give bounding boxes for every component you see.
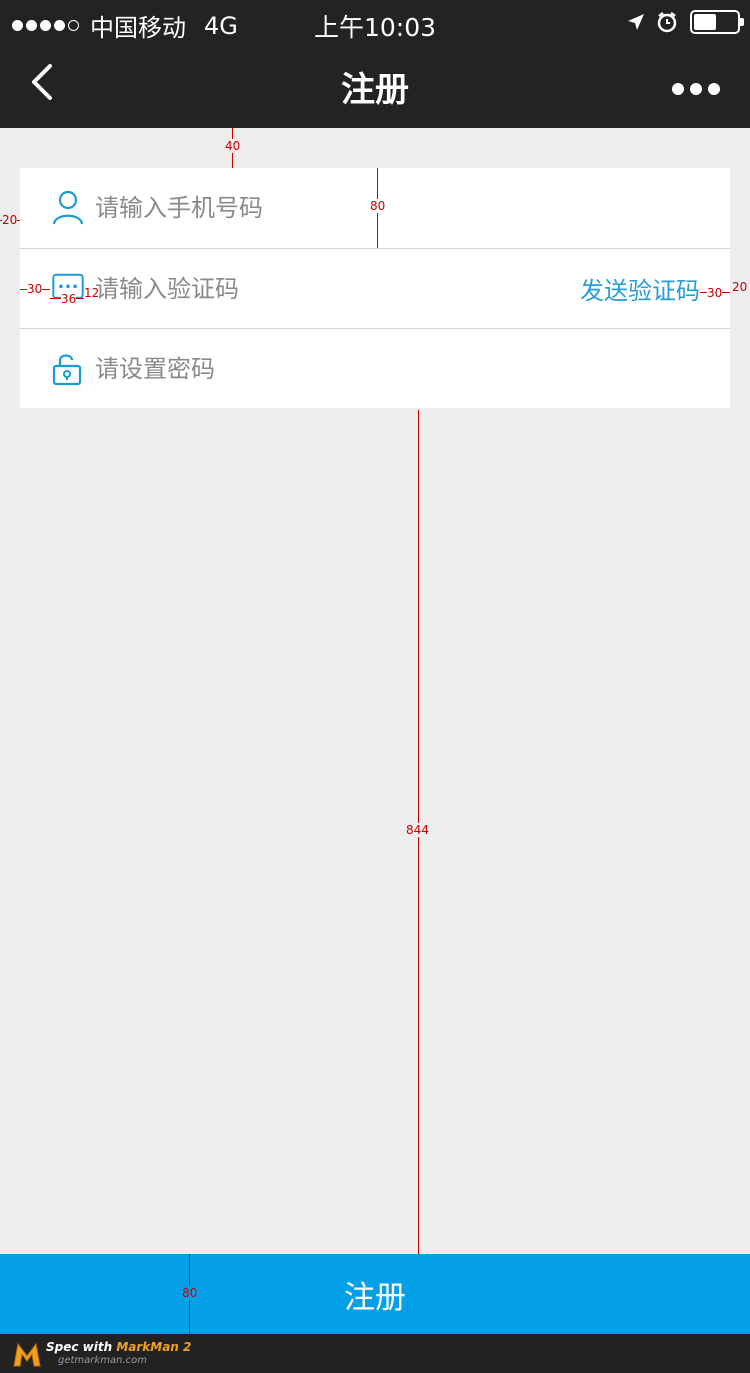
- annotation-button-height: 80: [182, 1286, 198, 1300]
- location-arrow-icon: [628, 14, 644, 30]
- spec-label: Spec with MarkMan 2: [46, 1340, 192, 1354]
- markman-url: getmarkman.com: [58, 1355, 147, 1366]
- annotation-right-margin: 20: [732, 280, 748, 294]
- annotation-left-margin: 20: [2, 213, 18, 227]
- annotation-top-gap: 40: [225, 139, 241, 153]
- page-title: 注册: [341, 70, 409, 110]
- code-row: 发送验证码: [20, 248, 730, 328]
- send-code-button[interactable]: 发送验证码: [580, 271, 700, 306]
- alarm-icon: [657, 12, 677, 33]
- annotation-row-height: 80: [370, 199, 386, 213]
- annotation-icon-gap: 12: [84, 286, 100, 300]
- phone-input[interactable]: [95, 188, 515, 228]
- annotation-right-padding: 30: [707, 286, 723, 300]
- battery-icon: [690, 10, 744, 34]
- code-input[interactable]: [95, 269, 515, 309]
- status-bar: 中国移动 4G 上午10:03: [0, 0, 750, 48]
- markman-brand: MarkMan 2: [116, 1340, 192, 1354]
- status-right: [626, 10, 744, 34]
- markman-footer: Spec with MarkMan 2 getmarkman.com: [0, 1334, 750, 1373]
- password-row: [20, 328, 730, 408]
- nav-bar: 注册: [0, 48, 750, 128]
- markman-logo-icon: [13, 1342, 41, 1367]
- password-input[interactable]: [95, 349, 515, 389]
- annotation-content-gap: 844: [406, 823, 429, 837]
- more-options-icon[interactable]: [666, 83, 720, 95]
- lock-icon: [52, 354, 82, 386]
- annotation-icon-size: 36: [61, 292, 77, 306]
- user-icon: [52, 190, 84, 225]
- annotation-icon-left: 30: [27, 282, 43, 296]
- register-button[interactable]: 注册: [0, 1254, 750, 1334]
